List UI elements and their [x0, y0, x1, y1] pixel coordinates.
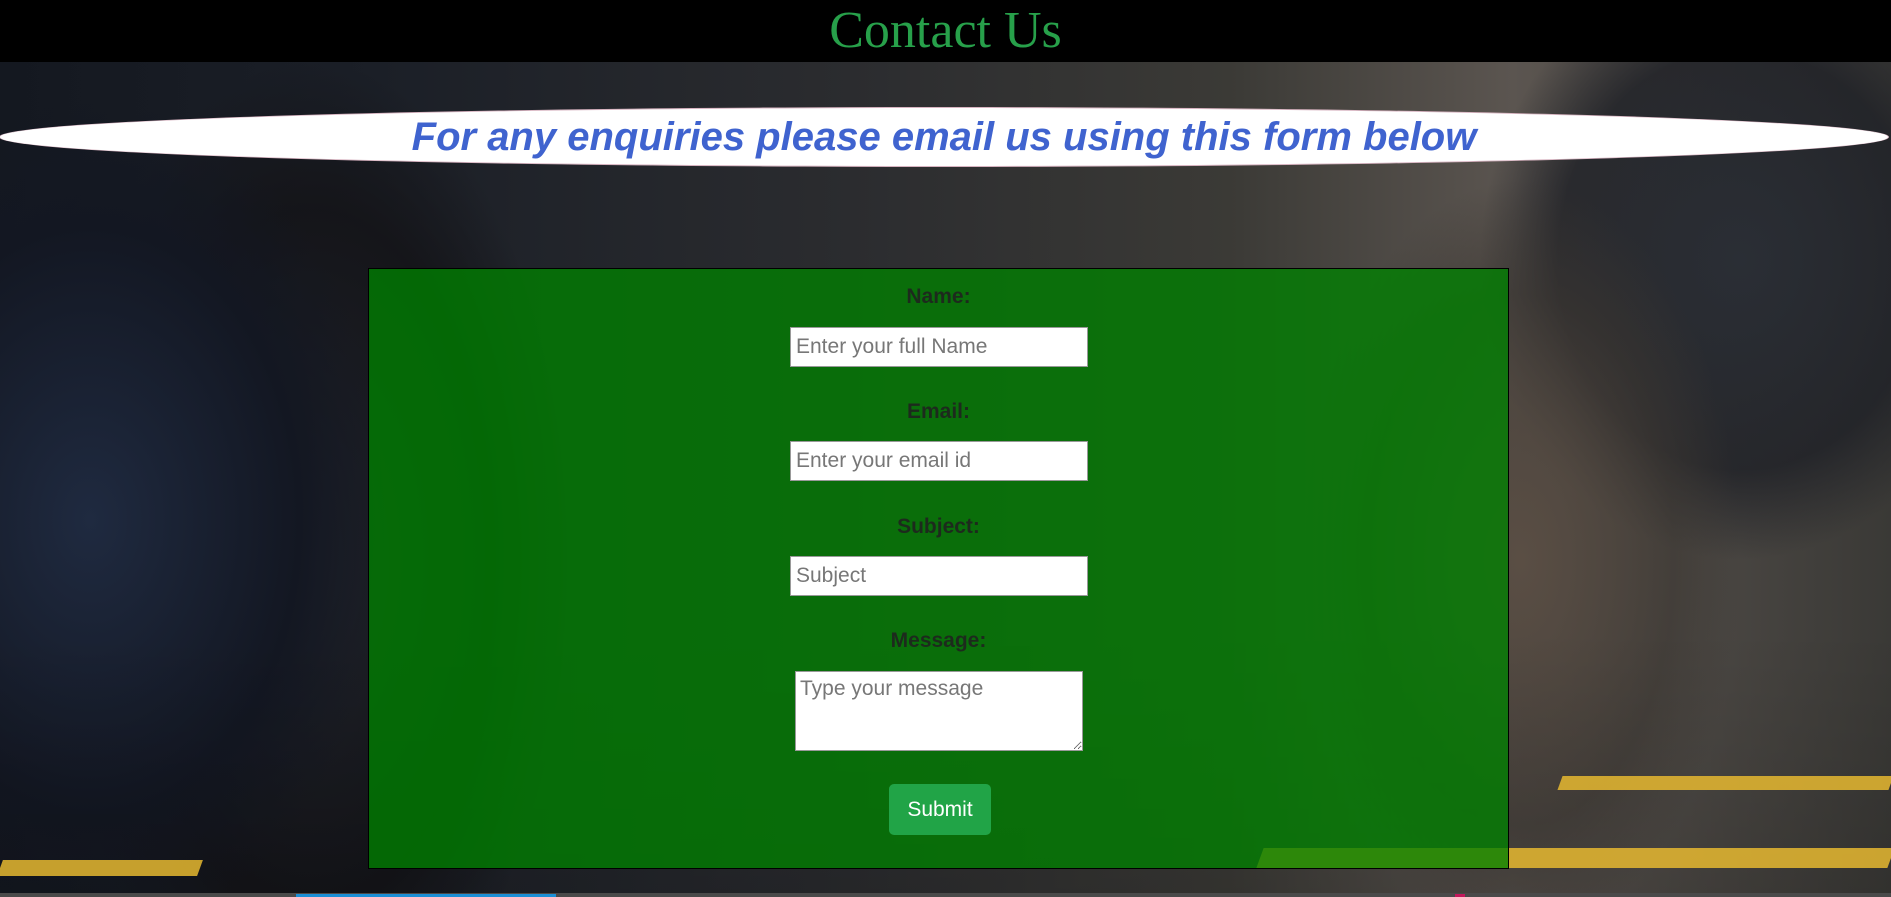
message-textarea[interactable]	[795, 671, 1083, 751]
email-label: Email:	[906, 400, 971, 423]
message-label: Message:	[890, 629, 987, 652]
email-input[interactable]	[790, 441, 1088, 481]
name-input[interactable]	[790, 327, 1088, 367]
banner-text: For any enquiries please email us using …	[411, 115, 1477, 159]
street-marking	[0, 860, 203, 876]
enquiry-banner: For any enquiries please email us using …	[0, 108, 1888, 166]
street-marking	[1557, 776, 1891, 790]
name-label: Name:	[906, 285, 971, 308]
page-title: Contact Us	[829, 2, 1062, 59]
taskbar-strip	[0, 893, 1891, 897]
site-header: Contact Us	[0, 0, 1891, 62]
submit-button[interactable]: Submit	[889, 784, 991, 835]
contact-form: Name: Email: Subject: Message: Submit	[368, 268, 1509, 869]
subject-label: Subject:	[897, 515, 980, 538]
subject-input[interactable]	[790, 556, 1088, 596]
